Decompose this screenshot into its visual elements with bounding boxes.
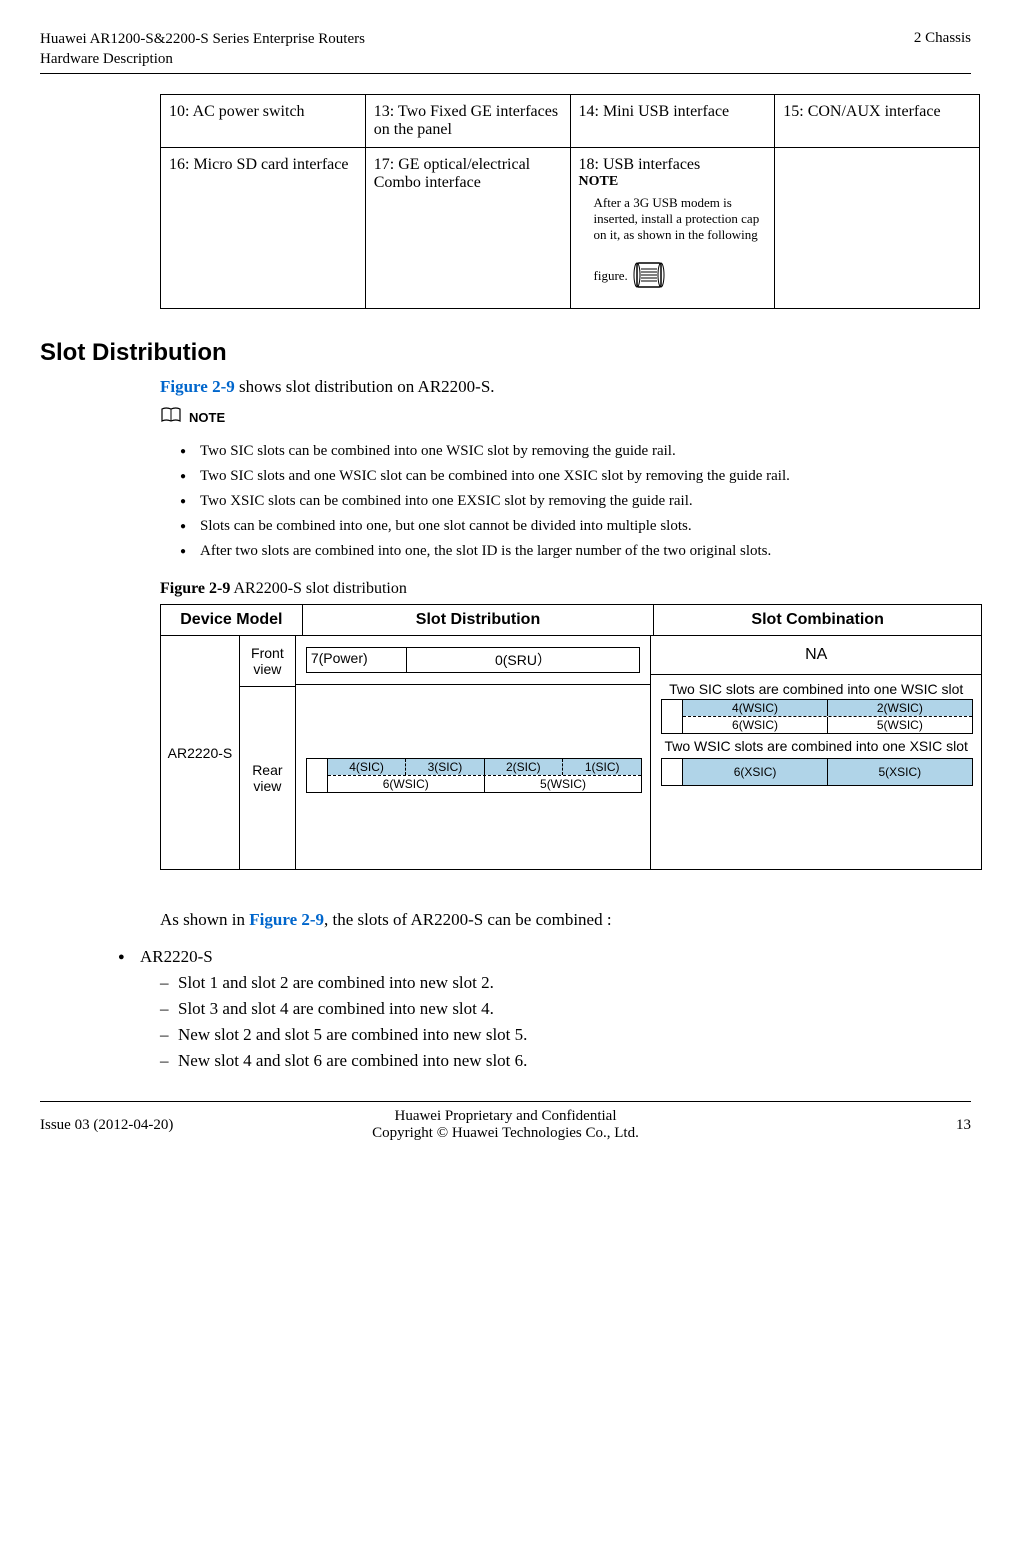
- comb-rear: Two SIC slots are combined into one WSIC…: [651, 675, 981, 853]
- cell: 15: CON/AUX interface: [775, 95, 980, 148]
- header-dist: Slot Distribution: [303, 605, 655, 635]
- header-line1: Huawei AR1200-S&2200-S Series Enterprise…: [40, 31, 365, 47]
- combined-intro: As shown in Figure 2-9, the slots of AR2…: [160, 910, 971, 930]
- rear-slot-box: 4(SIC) 3(SIC) 2(SIC) 1(SIC) 6(WSIC) 5(WS…: [306, 758, 643, 793]
- figure-header: Device Model Slot Distribution Slot Comb…: [161, 605, 981, 636]
- footer-center: Huawei Proprietary and Confidential Copy…: [220, 1108, 791, 1142]
- wsic-slot: 2(WSIC): [828, 700, 972, 716]
- sic-slot: 3(SIC): [406, 759, 484, 775]
- list-item: Two SIC slots can be combined into one W…: [180, 443, 971, 460]
- list-item: New slot 2 and slot 5 are combined into …: [160, 1025, 971, 1045]
- comb-box: 4(WSIC) 2(WSIC) 6(WSIC) 5(WSIC): [661, 699, 973, 734]
- list-item: Slot 1 and slot 2 are combined into new …: [160, 973, 971, 993]
- list-item: Two XSIC slots can be combined into one …: [180, 493, 971, 510]
- front-view-slots: 7(Power) 0(SRU）: [296, 636, 651, 685]
- header-comb: Slot Combination: [654, 605, 981, 635]
- sru-slot: 0(SRU）: [407, 648, 640, 672]
- list-item: New slot 4 and slot 6 are combined into …: [160, 1051, 971, 1071]
- slot-intro: Figure 2-9 shows slot distribution on AR…: [160, 377, 971, 397]
- slot-box: 7(Power) 0(SRU）: [306, 647, 641, 673]
- figure-number: Figure 2-9: [160, 580, 230, 597]
- list-item: Slots can be combined into one, but one …: [180, 518, 971, 535]
- model-cell: AR2220-S: [161, 636, 240, 869]
- xsic-slot: 6(XSIC): [683, 759, 827, 785]
- view-column: Front view Rear view: [240, 636, 296, 869]
- sic-row: 4(SIC) 3(SIC) 2(SIC) 1(SIC): [328, 759, 642, 776]
- comb-title: Two WSIC slots are combined into one XSI…: [661, 738, 971, 754]
- note-book-icon: [160, 407, 182, 428]
- note-label: NOTE: [189, 410, 225, 425]
- cell: 17: GE optical/electrical Combo interfac…: [365, 148, 570, 309]
- side-cell: [307, 759, 328, 792]
- usb-cap-icon: [631, 259, 667, 295]
- note-label: NOTE: [579, 174, 767, 190]
- footer-left: Issue 03 (2012-04-20): [40, 1117, 220, 1134]
- note-list: Two SIC slots can be combined into one W…: [180, 443, 971, 560]
- header-line2: Hardware Description: [40, 51, 173, 67]
- side-cell: [662, 759, 683, 785]
- figure-text: figure.: [594, 268, 628, 283]
- list-item: Two SIC slots and one WSIC slot can be c…: [180, 468, 971, 485]
- rear-view-slots: 4(SIC) 3(SIC) 2(SIC) 1(SIC) 6(WSIC) 5(WS…: [296, 685, 651, 865]
- sic-slot: 2(SIC): [485, 759, 563, 775]
- wsic-slot: 4(WSIC): [683, 700, 827, 716]
- figure-link[interactable]: Figure 2-9: [249, 910, 324, 929]
- table-row: 10: AC power switch 13: Two Fixed GE int…: [161, 95, 980, 148]
- model-name: AR2220-S: [140, 947, 213, 966]
- note-header: NOTE: [160, 407, 971, 428]
- wsic-row: 6(WSIC) 5(WSIC): [683, 717, 972, 733]
- rear-view-label: Rear view: [240, 687, 295, 869]
- section-title: Slot Distribution: [40, 339, 971, 367]
- slot-figure: Device Model Slot Distribution Slot Comb…: [160, 604, 982, 870]
- sic-slot: 4(SIC): [328, 759, 406, 775]
- cell-usb: 18: USB interfaces NOTE After a 3G USB m…: [570, 148, 775, 309]
- header-right: 2 Chassis: [914, 30, 971, 69]
- list-item: After two slots are combined into one, t…: [180, 543, 971, 560]
- list-item: Slot 3 and slot 4 are combined into new …: [160, 999, 971, 1019]
- main-list: AR2220-S Slot 1 and slot 2 are combined …: [140, 947, 971, 1071]
- wsic-row: 6(WSIC) 5(WSIC): [328, 776, 642, 792]
- header-model: Device Model: [161, 605, 303, 635]
- side-cell: [662, 700, 683, 733]
- wsic-slot: 6(WSIC): [683, 717, 827, 733]
- wsic-slot: 6(WSIC): [328, 776, 485, 792]
- cell: 10: AC power switch: [161, 95, 366, 148]
- interface-table: 10: AC power switch 13: Two Fixed GE int…: [160, 94, 980, 309]
- wsic-slot: 5(WSIC): [485, 776, 642, 792]
- figure-link[interactable]: Figure 2-9: [160, 377, 235, 396]
- wsic-slot: 5(WSIC): [828, 717, 972, 733]
- cell-main: 18: USB interfaces: [579, 156, 767, 174]
- cell: 13: Two Fixed GE interfaces on the panel: [365, 95, 570, 148]
- comb-na: NA: [651, 636, 981, 675]
- page-footer: Issue 03 (2012-04-20) Huawei Proprietary…: [40, 1101, 971, 1142]
- table-row: 16: Micro SD card interface 17: GE optic…: [161, 148, 980, 309]
- list-item: AR2220-S Slot 1 and slot 2 are combined …: [140, 947, 971, 1071]
- page-header: Huawei AR1200-S&2200-S Series Enterprise…: [40, 30, 971, 74]
- comb-column: NA Two SIC slots are combined into one W…: [651, 636, 981, 869]
- wsic-row: 4(WSIC) 2(WSIC): [683, 700, 972, 717]
- cell: 14: Mini USB interface: [570, 95, 775, 148]
- cell: 16: Micro SD card interface: [161, 148, 366, 309]
- front-view-label: Front view: [240, 636, 295, 687]
- figure-body: AR2220-S Front view Rear view 7(Power) 0…: [161, 636, 981, 869]
- power-slot: 7(Power): [307, 648, 407, 672]
- dist-column: 7(Power) 0(SRU） 4(SIC) 3(SIC) 2(S: [296, 636, 652, 869]
- figure-title: Figure 2-9 AR2200-S slot distribution: [160, 580, 971, 598]
- sic-slot: 1(SIC): [563, 759, 641, 775]
- comb-title: Two SIC slots are combined into one WSIC…: [661, 681, 971, 697]
- note-text: After a 3G USB modem is inserted, instal…: [594, 195, 767, 295]
- header-title: Huawei AR1200-S&2200-S Series Enterprise…: [40, 30, 365, 69]
- cell-empty: [775, 148, 980, 309]
- comb-box: 6(XSIC) 5(XSIC): [661, 758, 973, 786]
- footer-right: 13: [791, 1117, 971, 1134]
- sub-list: Slot 1 and slot 2 are combined into new …: [140, 973, 971, 1071]
- xsic-slot: 5(XSIC): [828, 759, 972, 785]
